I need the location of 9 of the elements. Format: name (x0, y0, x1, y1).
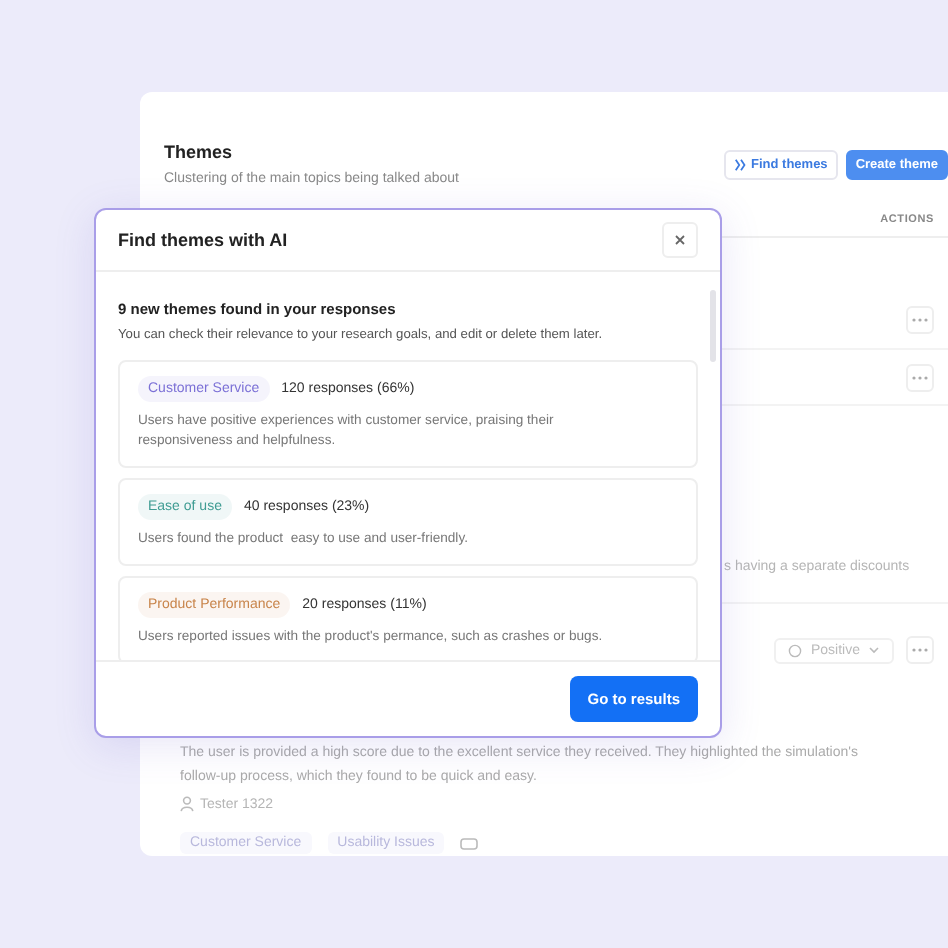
more-button[interactable] (906, 636, 934, 664)
page-title: Themes (164, 142, 235, 162)
more-button[interactable] (906, 306, 934, 334)
more-button[interactable] (906, 363, 934, 391)
caret-icon (868, 646, 880, 654)
close-icon (674, 234, 686, 246)
close-button[interactable] (662, 222, 698, 258)
user-icon (180, 796, 194, 812)
dialog-title: Find themes with AI (118, 230, 288, 250)
